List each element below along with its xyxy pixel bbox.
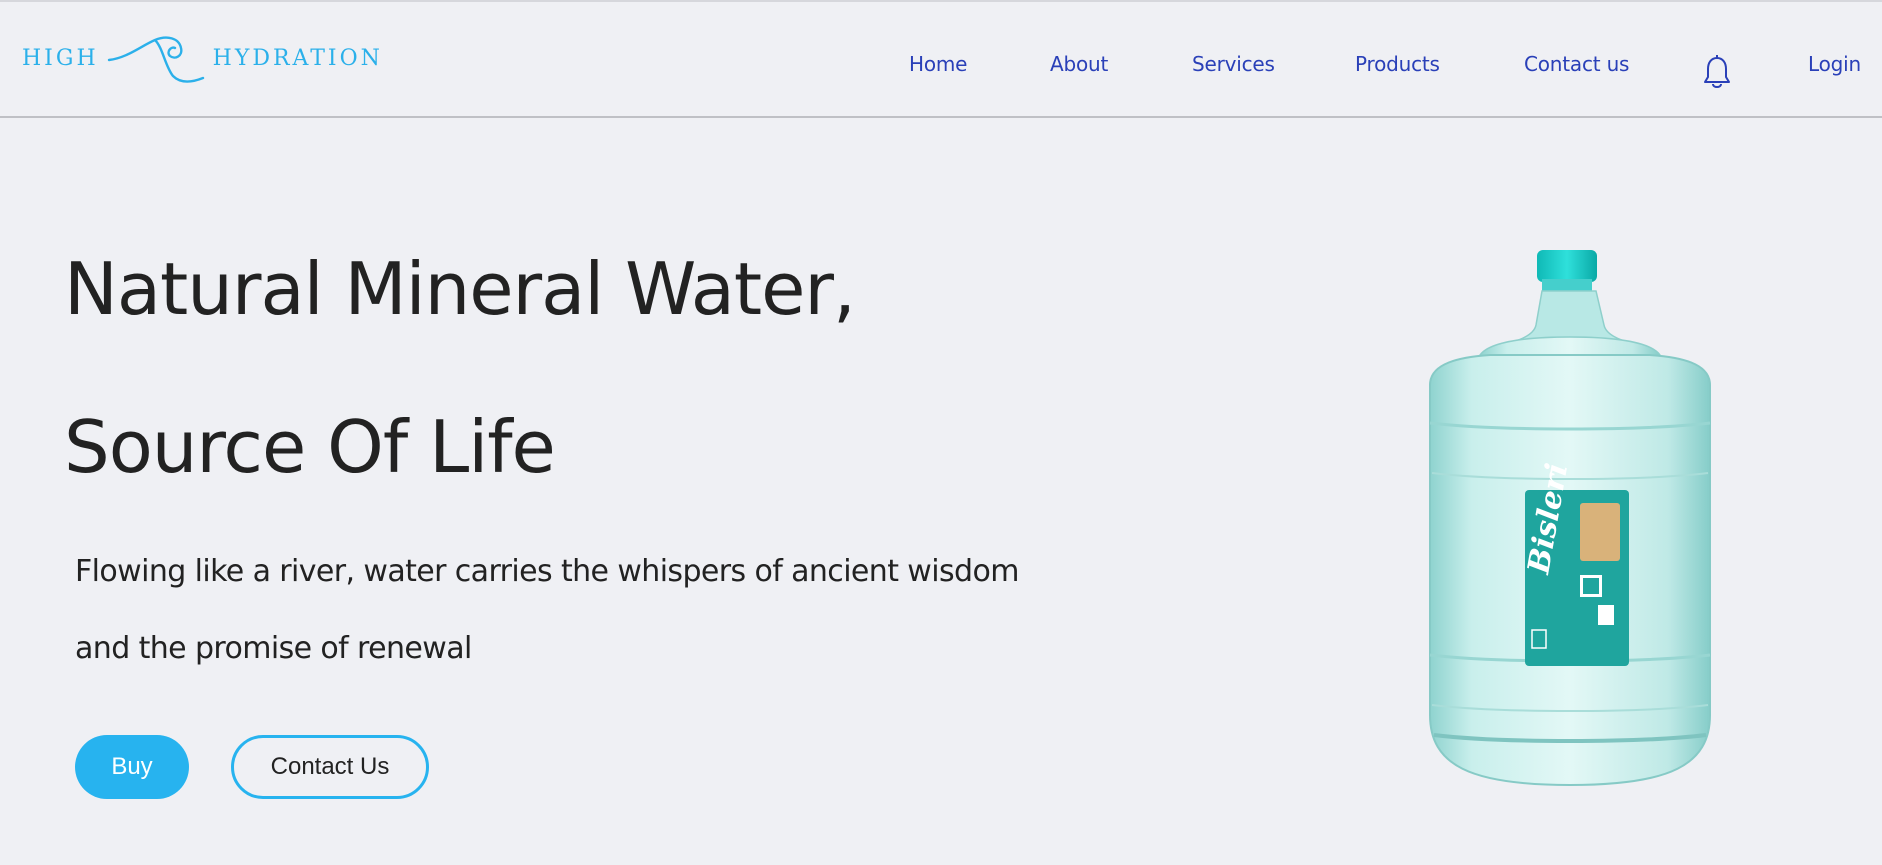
water-bottle-image: Bisleri bbox=[1429, 250, 1711, 787]
nav-home[interactable]: Home bbox=[909, 52, 967, 76]
bell-icon[interactable] bbox=[1702, 54, 1732, 90]
nav-products[interactable]: Products bbox=[1355, 52, 1440, 76]
main-nav: Home About Services Products Contact us … bbox=[0, 2, 1882, 116]
nav-about[interactable]: About bbox=[1050, 52, 1108, 76]
hero-subtitle-line1: Flowing like a river, water carries the … bbox=[75, 554, 1019, 589]
contact-us-button[interactable]: Contact Us bbox=[231, 735, 429, 799]
nav-services[interactable]: Services bbox=[1192, 52, 1275, 76]
hero-title-line2: Source Of Life bbox=[64, 405, 556, 489]
site-header: HIGH HYDRATION Home About Services Produ… bbox=[0, 2, 1882, 118]
buy-button[interactable]: Buy bbox=[75, 735, 189, 799]
nav-login[interactable]: Login bbox=[1808, 52, 1861, 76]
hero-title-line1: Natural Mineral Water, bbox=[64, 247, 856, 331]
hero-subtitle-line2: and the promise of renewal bbox=[75, 631, 472, 666]
nav-contact[interactable]: Contact us bbox=[1524, 52, 1629, 76]
